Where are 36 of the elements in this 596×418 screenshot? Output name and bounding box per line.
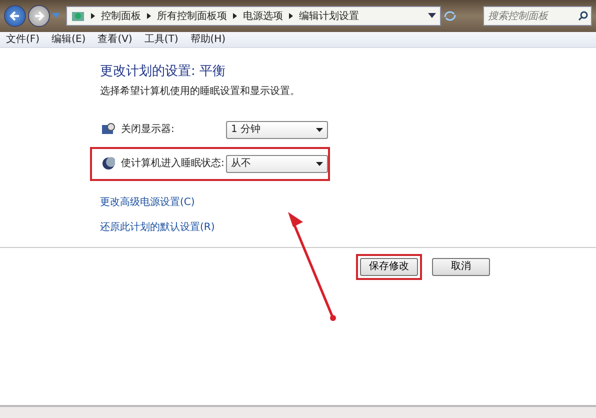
settings-link[interactable]: 还原此计划的默认设置(R) (100, 220, 215, 235)
menu-item[interactable]: 查看(V) (98, 32, 132, 47)
menu-item[interactable]: 文件(F) (6, 32, 40, 47)
page-heading: 更改计划的设置: 平衡 (100, 64, 227, 80)
search-field[interactable]: 搜索控制面板 (483, 6, 592, 26)
caret-icon (316, 128, 323, 132)
cancel-button[interactable]: 取消 (432, 258, 490, 276)
back-button[interactable] (4, 5, 26, 27)
control-panel-icon (71, 9, 85, 23)
caret-icon (316, 162, 323, 166)
arrow-right-icon (33, 10, 45, 22)
breadcrumb-item[interactable]: 所有控制面板项 (157, 8, 227, 24)
dropdown[interactable]: 从不 (226, 154, 328, 173)
search-icon[interactable] (578, 11, 588, 21)
setting-label: 关闭显示器: (121, 122, 176, 138)
menu-item[interactable]: 工具(T) (144, 32, 178, 47)
menu-item[interactable]: 帮助(H) (190, 32, 226, 47)
settings-link[interactable]: 更改高级电源设置(C) (100, 194, 195, 210)
breadcrumb-item[interactable]: 电源选项 (243, 8, 283, 24)
breadcrumb-item[interactable]: 编辑计划设置 (299, 8, 359, 24)
chevron-icon (147, 13, 151, 19)
menu-item[interactable]: 编辑(E) (52, 32, 86, 47)
chevron-icon (289, 13, 293, 19)
setting-label: 使计算机进入睡眠状态: (121, 156, 226, 172)
monitor-clock-icon (102, 123, 115, 136)
description-text: 选择希望计算机使用的睡眠设置和显示设置。 (100, 84, 301, 99)
dropdown-icon[interactable] (428, 13, 436, 19)
save-button[interactable]: 保存修改 (360, 258, 418, 276)
moon-icon (102, 157, 115, 170)
chevron-icon (233, 13, 237, 19)
forward-button[interactable] (28, 5, 50, 27)
chevron-icon (91, 13, 95, 19)
dropdown[interactable]: 1 分钟 (226, 120, 328, 139)
breadcrumb-item[interactable]: 控制面板 (101, 8, 141, 24)
refresh-icon[interactable] (443, 9, 457, 23)
arrow-left-icon (9, 10, 21, 22)
